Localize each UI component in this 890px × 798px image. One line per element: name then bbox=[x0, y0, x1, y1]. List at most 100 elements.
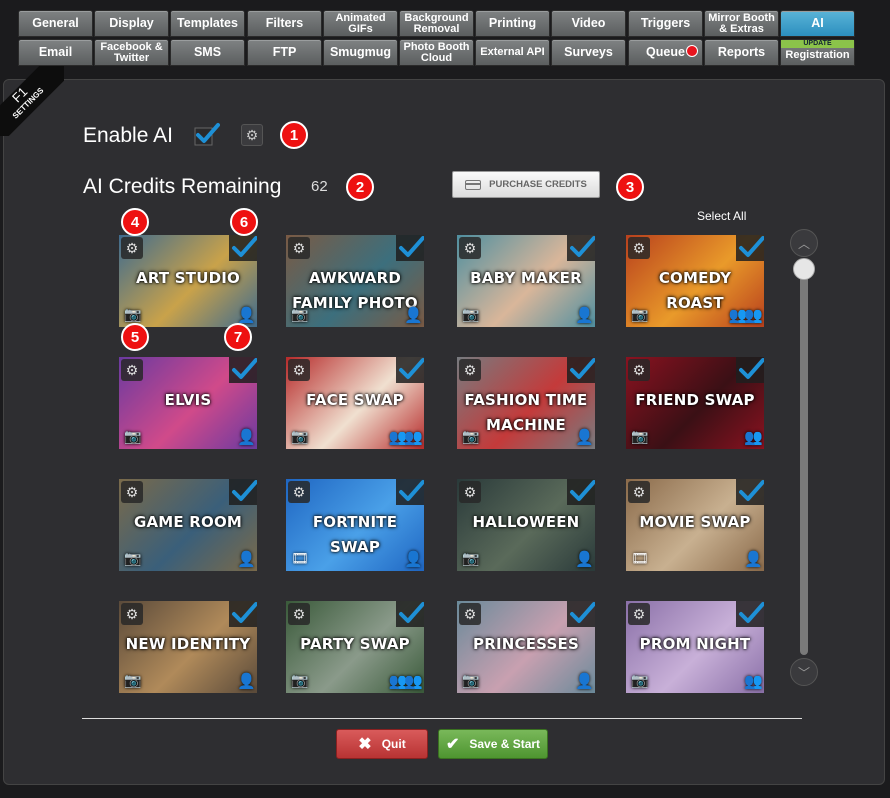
tile-gear-icon[interactable]: ⚙ bbox=[628, 359, 650, 381]
effect-tile-new-identity[interactable]: ⚙ NEW IDENTITY 📷 👤 bbox=[119, 601, 257, 693]
tab-photo-booth-cloud[interactable]: Photo Booth Cloud bbox=[399, 39, 474, 66]
tile-gear-icon[interactable]: ⚙ bbox=[288, 359, 310, 381]
group-icon: 👥👥 bbox=[728, 307, 763, 324]
tile-checkbox[interactable] bbox=[396, 601, 424, 627]
tab-queue[interactable]: Queue bbox=[628, 39, 703, 66]
tile-gear-icon[interactable]: ⚙ bbox=[288, 603, 310, 625]
tile-checkbox[interactable] bbox=[736, 235, 764, 261]
tile-gear-icon[interactable]: ⚙ bbox=[459, 359, 481, 381]
tile-checkbox[interactable] bbox=[229, 601, 257, 627]
effect-tile-party-swap[interactable]: ⚙ PARTY SWAP 📷 👥👥 bbox=[286, 601, 424, 693]
effect-tile-fashion-time-machine[interactable]: ⚙ FASHION TIME MACHINE 📷 👤 bbox=[457, 357, 595, 449]
quit-button[interactable]: ✖ Quit bbox=[336, 729, 428, 759]
tile-name: HALLOWEEN bbox=[472, 513, 580, 531]
tile-checkbox[interactable] bbox=[736, 479, 764, 505]
tile-checkbox[interactable] bbox=[567, 357, 595, 383]
tile-name: ART STUDIO bbox=[136, 269, 240, 287]
camera-icon: 📷 bbox=[291, 672, 309, 688]
tab-display[interactable]: Display bbox=[94, 10, 169, 37]
effect-tile-game-room[interactable]: ⚙ GAME ROOM 📷 👤 bbox=[119, 479, 257, 571]
tab-animated-gifs[interactable]: Animated GIFs bbox=[323, 10, 398, 37]
ai-settings-gear-icon[interactable]: ⚙ bbox=[241, 124, 263, 146]
tab-mirror-booth-extras[interactable]: Mirror Booth & Extras bbox=[704, 10, 779, 37]
tab-smugmug[interactable]: Smugmug bbox=[323, 39, 398, 66]
effect-tile-fortnite-swap[interactable]: ⚙ FORTNITE SWAP 🎞 👤 bbox=[286, 479, 424, 571]
tile-gear-icon[interactable]: ⚙ bbox=[121, 237, 143, 259]
scroll-track[interactable] bbox=[800, 269, 808, 655]
effect-tile-friend-swap[interactable]: ⚙ FRIEND SWAP 📷 👥 bbox=[626, 357, 764, 449]
tab-printing[interactable]: Printing bbox=[475, 10, 550, 37]
tab-facebook-twitter[interactable]: Facebook & Twitter bbox=[94, 39, 169, 66]
tile-gear-icon[interactable]: ⚙ bbox=[628, 237, 650, 259]
couple-icon: 👥 bbox=[744, 429, 763, 446]
effect-tile-comedy-roast[interactable]: ⚙ COMEDY ROAST 📷 👥👥 bbox=[626, 235, 764, 327]
scroll-up-icon[interactable]: ︿ bbox=[790, 229, 818, 257]
tile-checkbox[interactable] bbox=[736, 601, 764, 627]
tile-checkbox[interactable] bbox=[736, 357, 764, 383]
tile-checkbox[interactable] bbox=[567, 479, 595, 505]
tab-label: External API bbox=[480, 46, 545, 58]
effect-tile-baby-maker[interactable]: ⚙ BABY MAKER 📷 👤 bbox=[457, 235, 595, 327]
camera-icon: 📷 bbox=[462, 550, 480, 566]
tab-triggers[interactable]: Triggers bbox=[628, 10, 703, 37]
purchase-credits-button[interactable]: PURCHASE CREDITS bbox=[452, 171, 600, 198]
tab-templates[interactable]: Templates bbox=[170, 10, 245, 37]
effect-tile-elvis[interactable]: ⚙ ELVIS 📷 👤 bbox=[119, 357, 257, 449]
tile-checkbox[interactable] bbox=[229, 235, 257, 261]
effect-tile-prom-night[interactable]: ⚙ PROM NIGHT 📷 👥 bbox=[626, 601, 764, 693]
tile-checkbox[interactable] bbox=[396, 479, 424, 505]
tab-reports[interactable]: Reports bbox=[704, 39, 779, 66]
tab-label: Surveys bbox=[564, 45, 613, 59]
effect-tile-movie-swap[interactable]: ⚙ MOVIE SWAP 🎞 👤 bbox=[626, 479, 764, 571]
select-all-link[interactable]: Select All bbox=[697, 209, 746, 223]
single-person-icon: 👤 bbox=[404, 551, 423, 568]
scroll-thumb[interactable] bbox=[793, 258, 815, 280]
tab-registration[interactable]: Registration UPDATE bbox=[780, 39, 855, 66]
enable-ai-checkbox[interactable] bbox=[194, 122, 220, 146]
single-person-icon: 👤 bbox=[404, 307, 423, 324]
effect-tile-awkward-family-photo[interactable]: ⚙ AWKWARD FAMILY PHOTO 📷 👤 bbox=[286, 235, 424, 327]
tile-name: PROM NIGHT bbox=[639, 635, 751, 653]
tab-video[interactable]: Video bbox=[551, 10, 626, 37]
tile-name: FASHION TIME MACHINE bbox=[464, 391, 588, 434]
tile-gear-icon[interactable]: ⚙ bbox=[288, 237, 310, 259]
tab-sms[interactable]: SMS bbox=[170, 39, 245, 66]
tile-checkbox[interactable] bbox=[396, 357, 424, 383]
tile-gear-icon[interactable]: ⚙ bbox=[628, 603, 650, 625]
tile-checkbox[interactable] bbox=[567, 235, 595, 261]
effect-tile-halloween[interactable]: ⚙ HALLOWEEN 📷 👤 bbox=[457, 479, 595, 571]
tile-gear-icon[interactable]: ⚙ bbox=[459, 481, 481, 503]
tab-email[interactable]: Email bbox=[18, 39, 93, 66]
tile-gear-icon[interactable]: ⚙ bbox=[628, 481, 650, 503]
tiles-scrollbar[interactable]: ︿ ﹀ bbox=[790, 229, 818, 689]
single-person-icon: 👤 bbox=[575, 673, 594, 690]
tile-checkbox[interactable] bbox=[229, 479, 257, 505]
tab-label: Animated GIFs bbox=[335, 11, 386, 35]
tile-gear-icon[interactable]: ⚙ bbox=[121, 359, 143, 381]
close-icon: ✖ bbox=[358, 736, 372, 753]
tile-gear-icon[interactable]: ⚙ bbox=[459, 237, 481, 259]
tab-surveys[interactable]: Surveys bbox=[551, 39, 626, 66]
effect-tile-princesses[interactable]: ⚙ PRINCESSES 📷 👤 bbox=[457, 601, 595, 693]
effect-tile-face-swap[interactable]: ⚙ FACE SWAP 📷 👥👥 bbox=[286, 357, 424, 449]
camera-icon: 📷 bbox=[631, 672, 649, 688]
tab-external-api[interactable]: External API bbox=[475, 39, 550, 66]
tile-checkbox[interactable] bbox=[229, 357, 257, 383]
tab-background-removal[interactable]: Background Removal bbox=[399, 10, 474, 37]
effect-tile-art-studio[interactable]: ⚙ ART STUDIO 📷 👤 bbox=[119, 235, 257, 327]
tile-gear-icon[interactable]: ⚙ bbox=[459, 603, 481, 625]
tab-label: Queue bbox=[646, 45, 685, 59]
tile-gear-icon[interactable]: ⚙ bbox=[121, 603, 143, 625]
tile-checkbox[interactable] bbox=[396, 235, 424, 261]
scroll-down-icon[interactable]: ﹀ bbox=[790, 658, 818, 686]
tab-ftp[interactable]: FTP bbox=[247, 39, 322, 66]
tile-checkbox[interactable] bbox=[567, 601, 595, 627]
tab-general[interactable]: General bbox=[18, 10, 93, 37]
tab-label: Mirror Booth & Extras bbox=[708, 11, 775, 35]
tile-gear-icon[interactable]: ⚙ bbox=[288, 481, 310, 503]
tab-ai[interactable]: AI bbox=[780, 10, 855, 37]
tab-label: General bbox=[32, 16, 79, 30]
tile-gear-icon[interactable]: ⚙ bbox=[121, 481, 143, 503]
save-start-button[interactable]: ✔ Save & Start bbox=[438, 729, 548, 759]
tab-filters[interactable]: Filters bbox=[247, 10, 322, 37]
